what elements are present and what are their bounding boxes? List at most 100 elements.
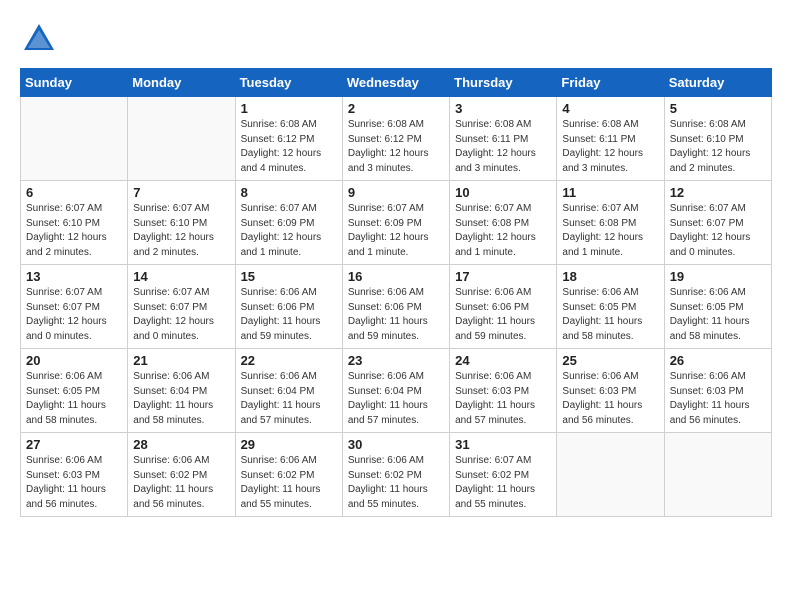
table-row: 28Sunrise: 6:06 AM Sunset: 6:02 PM Dayli… (128, 433, 235, 517)
day-info: Sunrise: 6:08 AM Sunset: 6:12 PM Dayligh… (348, 118, 444, 176)
day-info: Sunrise: 6:08 AM Sunset: 6:10 PM Dayligh… (670, 118, 766, 176)
table-row: 3 Sunrise: 6:08 AM Sunset: 6:11 PM Daylig… (450, 97, 557, 181)
day-info: Sunrise: 6:07 AM Sunset: 6:02 PM Dayligh… (455, 454, 551, 512)
day-number: 28 (133, 437, 229, 452)
day-info: Sunrise: 6:07 AM Sunset: 6:07 PM Dayligh… (133, 286, 229, 344)
day-number: 27 (26, 437, 122, 452)
calendar-week-row: 20 Sunrise: 6:06 AM Sunset: 6:05 PM Dayli… (21, 349, 772, 433)
day-info: Sunrise: 6:08 AM Sunset: 6:11 PM Dayligh… (562, 118, 658, 176)
table-row: 13 Sunrise: 6:07 AM Sunset: 6:07 PM Dayli… (21, 265, 128, 349)
day-number: 26 (670, 353, 766, 368)
day-number: 1 (241, 101, 337, 116)
table-row: 25 Sunrise: 6:06 AM Sunset: 6:03 PM Dayli… (557, 349, 664, 433)
table-row: 9 Sunrise: 6:07 AM Sunset: 6:09 PM Daylig… (342, 181, 449, 265)
table-row: 10Sunrise: 6:07 AM Sunset: 6:08 PM Dayli… (450, 181, 557, 265)
day-info: Sunrise: 6:06 AM Sunset: 6:04 PM Dayligh… (133, 370, 229, 428)
day-number: 22 (241, 353, 337, 368)
table-row: 15 Sunrise: 6:06 AM Sunset: 6:06 PM Dayli… (235, 265, 342, 349)
day-info: Sunrise: 6:06 AM Sunset: 6:04 PM Dayligh… (241, 370, 337, 428)
day-info: Sunrise: 6:06 AM Sunset: 6:03 PM Dayligh… (670, 370, 766, 428)
table-row: 27 Sunrise: 6:06 AM Sunset: 6:03 PM Dayli… (21, 433, 128, 517)
table-row: 8 Sunrise: 6:07 AM Sunset: 6:09 PM Daylig… (235, 181, 342, 265)
day-number: 20 (26, 353, 122, 368)
day-info: Sunrise: 6:06 AM Sunset: 6:02 PM Dayligh… (241, 454, 337, 512)
day-number: 23 (348, 353, 444, 368)
day-number: 30 (348, 437, 444, 452)
day-number: 7 (133, 185, 229, 200)
table-row: 31 Sunrise: 6:07 AM Sunset: 6:02 PM Dayli… (450, 433, 557, 517)
day-number: 4 (562, 101, 658, 116)
day-number: 8 (241, 185, 337, 200)
table-row: 22 Sunrise: 6:06 AM Sunset: 6:04 PM Dayli… (235, 349, 342, 433)
calendar: SundayMondayTuesdayWednesdayThursdayFrid… (20, 68, 772, 517)
table-row: 11 Sunrise: 6:07 AM Sunset: 6:08 PM Dayli… (557, 181, 664, 265)
day-number: 25 (562, 353, 658, 368)
calendar-week-row: 27 Sunrise: 6:06 AM Sunset: 6:03 PM Dayli… (21, 433, 772, 517)
day-number: 15 (241, 269, 337, 284)
day-info: Sunrise: 6:07 AM Sunset: 6:10 PM Dayligh… (133, 202, 229, 260)
day-info: Sunrise: 6:07 AM Sunset: 6:07 PM Dayligh… (670, 202, 766, 260)
day-info: Sunrise: 6:06 AM Sunset: 6:03 PM Dayligh… (562, 370, 658, 428)
day-number: 24 (455, 353, 551, 368)
day-number: 12 (670, 185, 766, 200)
table-row: 19 Sunrise: 6:06 AM Sunset: 6:05 PM Dayli… (664, 265, 771, 349)
day-number: 21 (133, 353, 229, 368)
table-row: 30 Sunrise: 6:06 AM Sunset: 6:02 PM Dayli… (342, 433, 449, 517)
day-info: Sunrise: 6:08 AM Sunset: 6:11 PM Dayligh… (455, 118, 551, 176)
weekday-header-cell: Wednesday (342, 69, 449, 97)
table-row: 6 Sunrise: 6:07 AM Sunset: 6:10 PM Daylig… (21, 181, 128, 265)
table-row: 5Sunrise: 6:08 AM Sunset: 6:10 PM Daylig… (664, 97, 771, 181)
day-info: Sunrise: 6:07 AM Sunset: 6:09 PM Dayligh… (241, 202, 337, 260)
day-info: Sunrise: 6:06 AM Sunset: 6:03 PM Dayligh… (455, 370, 551, 428)
weekday-header-cell: Saturday (664, 69, 771, 97)
day-info: Sunrise: 6:06 AM Sunset: 6:05 PM Dayligh… (26, 370, 122, 428)
day-number: 13 (26, 269, 122, 284)
day-number: 14 (133, 269, 229, 284)
table-row: 20 Sunrise: 6:06 AM Sunset: 6:05 PM Dayli… (21, 349, 128, 433)
weekday-header-cell: Friday (557, 69, 664, 97)
day-info: Sunrise: 6:06 AM Sunset: 6:04 PM Dayligh… (348, 370, 444, 428)
table-row: 23 Sunrise: 6:06 AM Sunset: 6:04 PM Dayli… (342, 349, 449, 433)
day-info: Sunrise: 6:07 AM Sunset: 6:08 PM Dayligh… (455, 202, 551, 260)
weekday-header-cell: Sunday (21, 69, 128, 97)
day-number: 29 (241, 437, 337, 452)
day-number: 31 (455, 437, 551, 452)
day-number: 9 (348, 185, 444, 200)
day-info: Sunrise: 6:07 AM Sunset: 6:09 PM Dayligh… (348, 202, 444, 260)
day-info: Sunrise: 6:07 AM Sunset: 6:07 PM Dayligh… (26, 286, 122, 344)
day-info: Sunrise: 6:06 AM Sunset: 6:02 PM Dayligh… (348, 454, 444, 512)
table-row: 1Sunrise: 6:08 AM Sunset: 6:12 PM Daylig… (235, 97, 342, 181)
header (20, 20, 772, 58)
day-number: 3 (455, 101, 551, 116)
table-row (557, 433, 664, 517)
day-number: 19 (670, 269, 766, 284)
weekday-header-cell: Tuesday (235, 69, 342, 97)
weekday-header-row: SundayMondayTuesdayWednesdayThursdayFrid… (21, 69, 772, 97)
day-info: Sunrise: 6:06 AM Sunset: 6:03 PM Dayligh… (26, 454, 122, 512)
table-row: 24 Sunrise: 6:06 AM Sunset: 6:03 PM Dayli… (450, 349, 557, 433)
weekday-header-cell: Thursday (450, 69, 557, 97)
logo-icon (20, 20, 58, 58)
day-info: Sunrise: 6:06 AM Sunset: 6:05 PM Dayligh… (562, 286, 658, 344)
day-info: Sunrise: 6:06 AM Sunset: 6:06 PM Dayligh… (241, 286, 337, 344)
calendar-week-row: 13 Sunrise: 6:07 AM Sunset: 6:07 PM Dayli… (21, 265, 772, 349)
page: SundayMondayTuesdayWednesdayThursdayFrid… (0, 0, 792, 527)
table-row: 4 Sunrise: 6:08 AM Sunset: 6:11 PM Daylig… (557, 97, 664, 181)
day-number: 2 (348, 101, 444, 116)
table-row: 7 Sunrise: 6:07 AM Sunset: 6:10 PM Daylig… (128, 181, 235, 265)
day-info: Sunrise: 6:06 AM Sunset: 6:06 PM Dayligh… (348, 286, 444, 344)
day-number: 6 (26, 185, 122, 200)
day-number: 11 (562, 185, 658, 200)
table-row (664, 433, 771, 517)
day-number: 18 (562, 269, 658, 284)
day-info: Sunrise: 6:07 AM Sunset: 6:10 PM Dayligh… (26, 202, 122, 260)
calendar-week-row: 6 Sunrise: 6:07 AM Sunset: 6:10 PM Daylig… (21, 181, 772, 265)
table-row: 12 Sunrise: 6:07 AM Sunset: 6:07 PM Dayli… (664, 181, 771, 265)
table-row: 29 Sunrise: 6:06 AM Sunset: 6:02 PM Dayli… (235, 433, 342, 517)
day-info: Sunrise: 6:07 AM Sunset: 6:08 PM Dayligh… (562, 202, 658, 260)
day-info: Sunrise: 6:06 AM Sunset: 6:05 PM Dayligh… (670, 286, 766, 344)
table-row: 2 Sunrise: 6:08 AM Sunset: 6:12 PM Daylig… (342, 97, 449, 181)
calendar-week-row: 1 Sunrise: 6:08 AM Sunset: 6:12 PM Daylig… (21, 97, 772, 181)
table-row: 26 Sunrise: 6:06 AM Sunset: 6:03 PM Dayli… (664, 349, 771, 433)
table-row: 21 Sunrise: 6:06 AM Sunset: 6:04 PM Dayli… (128, 349, 235, 433)
